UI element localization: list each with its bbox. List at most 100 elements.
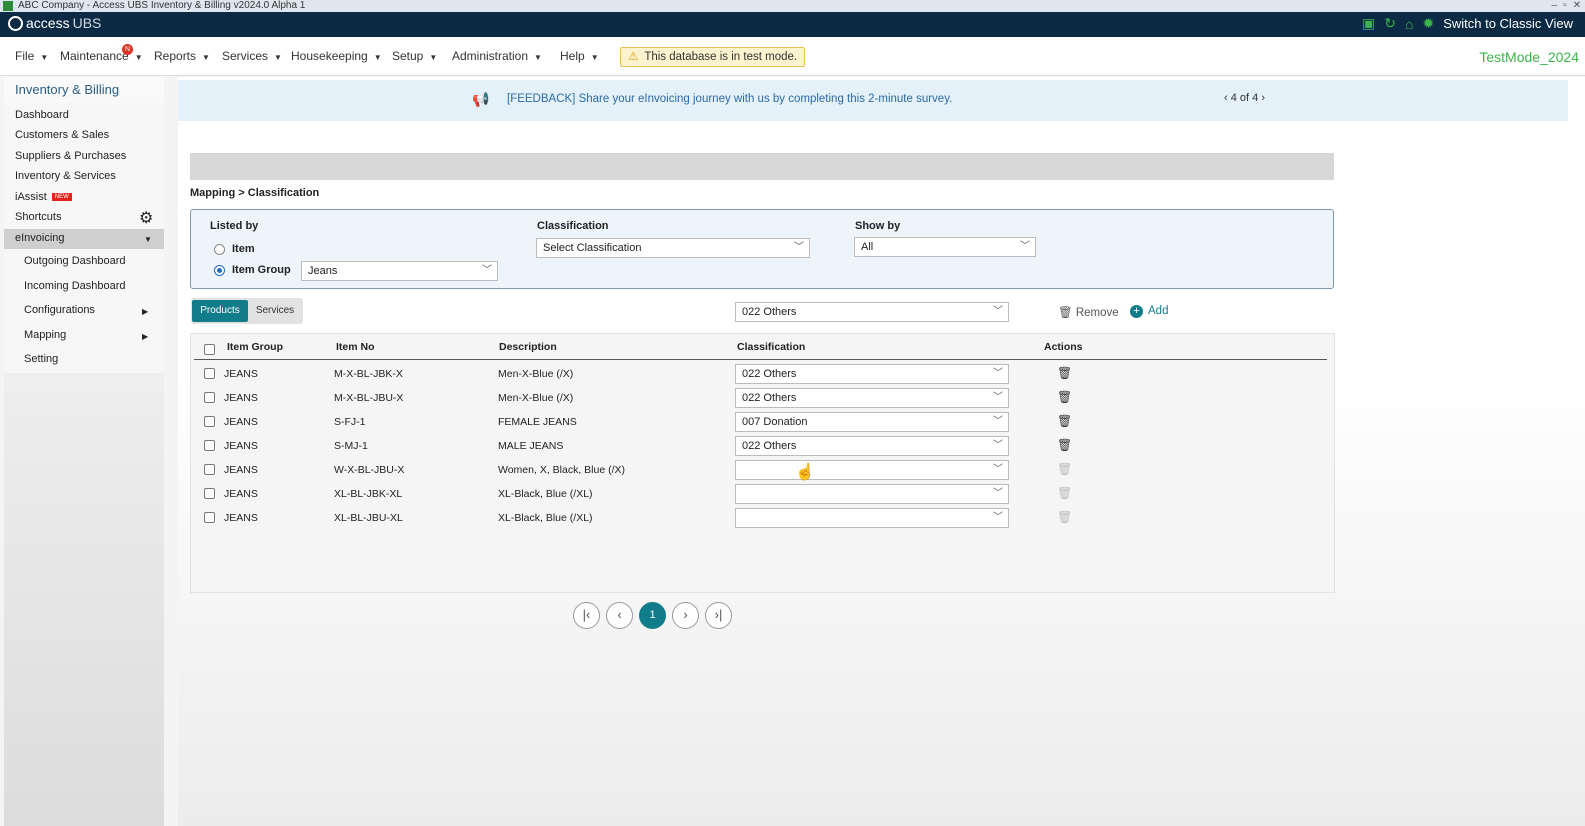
feedback-link[interactable]: [FEEDBACK] Share your eInvoicing journey… — [507, 93, 952, 105]
cell-description: Men-X-Blue (/X) — [498, 392, 574, 404]
chevron-down-icon: ﹀ — [993, 416, 1003, 427]
show-by-select[interactable]: All ﹀ — [854, 237, 1036, 257]
item-group-select[interactable]: Jeans ﹀ — [301, 261, 498, 281]
trash-icon[interactable]: 🗑 — [1057, 438, 1072, 452]
radio-item-group[interactable] — [214, 265, 225, 276]
prev-icon[interactable]: ‹ — [1224, 92, 1231, 104]
logo-ubs: UBS — [72, 15, 102, 31]
next-icon[interactable]: › — [1258, 92, 1265, 104]
app-icon — [3, 1, 13, 11]
maximize-icon[interactable]: ▫ — [1563, 0, 1567, 12]
close-icon[interactable]: ✕ — [1573, 0, 1581, 12]
shortcuts-settings-gear-icon[interactable]: ⚙ — [139, 208, 153, 228]
current-page-button[interactable]: 1 — [639, 602, 666, 629]
row-checkbox[interactable] — [204, 440, 215, 451]
row-classification-select[interactable]: 022 Others ﹀ — [735, 436, 1009, 456]
window-controls: – ▫ ✕ — [1552, 0, 1582, 12]
sidebar-item-incoming-dashboard[interactable]: Incoming Dashboard — [24, 280, 126, 292]
menu-housekeeping[interactable]: Housekeeping ▼ — [291, 49, 382, 63]
chevron-down-icon: ﹀ — [993, 488, 1003, 499]
test-mode-banner: ⚠ This database is in test mode. — [620, 47, 806, 67]
show-by-label: Show by — [855, 220, 901, 232]
row-classification-value: 022 Others — [742, 392, 797, 404]
trash-icon[interactable]: 🗑 — [1057, 366, 1072, 380]
cell-item-no: M-X-BL-JBU-X — [334, 392, 404, 404]
row-checkbox[interactable] — [204, 368, 215, 379]
caret-down-icon: ▼ — [134, 53, 143, 62]
sidebar-item-outgoing-dashboard[interactable]: Outgoing Dashboard — [24, 255, 126, 267]
tab-products[interactable]: Products — [192, 300, 248, 322]
sidebar-item-configurations[interactable]: Configurations — [24, 304, 95, 316]
menu-administration-label: Administration — [452, 49, 529, 63]
sidebar-item-shortcuts[interactable]: Shortcuts — [15, 211, 61, 223]
cell-item-group: JEANS — [224, 368, 258, 380]
caret-down-icon: ▼ — [429, 53, 438, 62]
row-classification-select[interactable]: ﹀ — [735, 460, 1009, 480]
menu-services[interactable]: Services ▼ — [222, 49, 282, 63]
plus-circle-icon: + — [1130, 305, 1143, 318]
last-page-button[interactable]: ›| — [705, 602, 732, 629]
radio-item[interactable] — [214, 244, 225, 255]
gear-icon[interactable]: ✹ — [1422, 15, 1434, 32]
row-classification-select[interactable]: 007 Donation ﹀ — [735, 412, 1009, 432]
caret-down-icon: ▼ — [40, 53, 49, 62]
trash-icon[interactable]: 🗑 — [1057, 414, 1072, 428]
sidebar-item-setting[interactable]: Setting — [24, 353, 58, 365]
row-classification-value: 007 Donation — [742, 416, 808, 428]
row-checkbox[interactable] — [204, 488, 215, 499]
switch-classic-view-button[interactable]: Switch to Classic View — [1443, 16, 1573, 31]
chevron-down-icon[interactable]: ▼ — [144, 235, 152, 244]
sidebar-item-mapping[interactable]: Mapping — [24, 329, 66, 341]
prev-page-button[interactable]: ‹ — [606, 602, 633, 629]
sidebar-item-einvoicing[interactable]: eInvoicing — [15, 232, 65, 244]
row-classification-select[interactable]: 022 Others ﹀ — [735, 364, 1009, 384]
sidebar-item-customers-sales[interactable]: Customers & Sales — [15, 129, 109, 141]
sidebar-item-inventory-services[interactable]: Inventory & Services — [15, 170, 116, 182]
row-classification-select[interactable]: 022 Others ﹀ — [735, 388, 1009, 408]
row-classification-select[interactable]: ﹀ — [735, 484, 1009, 504]
feedback-pager: ‹ 4 of 4 › — [1224, 92, 1265, 104]
chevron-right-icon[interactable]: ▶ — [142, 332, 148, 341]
row-checkbox[interactable] — [204, 464, 215, 475]
cell-item-group: JEANS — [224, 488, 258, 500]
next-page-button[interactable]: › — [672, 602, 699, 629]
menu-setup[interactable]: Setup ▼ — [392, 49, 437, 63]
cell-item-no: W-X-BL-JBU-X — [334, 464, 405, 476]
trash-icon[interactable]: 🗑 — [1057, 390, 1072, 404]
minimize-icon[interactable]: – — [1552, 0, 1558, 12]
cell-item-group: JEANS — [224, 392, 258, 404]
first-page-button[interactable]: |‹ — [573, 602, 600, 629]
cell-description: MALE JEANS — [498, 440, 564, 452]
row-classification-select[interactable]: ﹀ — [735, 508, 1009, 528]
classification-placeholder: Select Classification — [543, 242, 642, 254]
sidebar-item-suppliers-purchases[interactable]: Suppliers & Purchases — [15, 150, 126, 162]
add-button[interactable]: + Add — [1130, 305, 1168, 318]
sidebar-item-dashboard[interactable]: Dashboard — [15, 109, 69, 121]
remove-button[interactable]: 🗑 Remove — [1058, 305, 1119, 319]
classification-label: Classification — [537, 220, 609, 232]
column-header-item-group: Item Group — [227, 341, 284, 353]
row-checkbox[interactable] — [204, 512, 215, 523]
menu-administration[interactable]: Administration ▼ — [452, 49, 542, 63]
caret-down-icon: ▼ — [274, 53, 282, 62]
save-icon[interactable]: ▣ — [1362, 15, 1375, 32]
select-all-checkbox[interactable] — [204, 344, 215, 355]
row-checkbox[interactable] — [204, 392, 215, 403]
row-checkbox[interactable] — [204, 416, 215, 427]
menu-reports[interactable]: Reports ▼ — [154, 49, 210, 63]
bulk-classification-select[interactable]: 022 Others ﹀ — [735, 302, 1009, 322]
warning-icon: ⚠ — [628, 51, 639, 63]
sidebar-item-iassist[interactable]: iAssist NEW — [15, 191, 72, 203]
menu-help-label: Help — [560, 49, 585, 63]
refresh-icon[interactable]: ↻ — [1384, 15, 1396, 32]
home-icon[interactable]: ⌂ — [1405, 16, 1413, 32]
breadcrumb: Mapping > Classification — [190, 187, 320, 199]
chevron-right-icon[interactable]: ▶ — [142, 307, 148, 316]
menu-help[interactable]: Help ▼ — [560, 49, 599, 63]
menu-file[interactable]: File ▼ — [15, 49, 48, 63]
chevron-down-icon: ﹀ — [993, 392, 1003, 403]
tab-services[interactable]: Services — [249, 300, 301, 322]
chevron-down-icon: ﹀ — [482, 265, 492, 276]
cell-description: XL-Black, Blue (/XL) — [498, 512, 593, 524]
classification-filter-select[interactable]: Select Classification ﹀ — [536, 238, 810, 258]
